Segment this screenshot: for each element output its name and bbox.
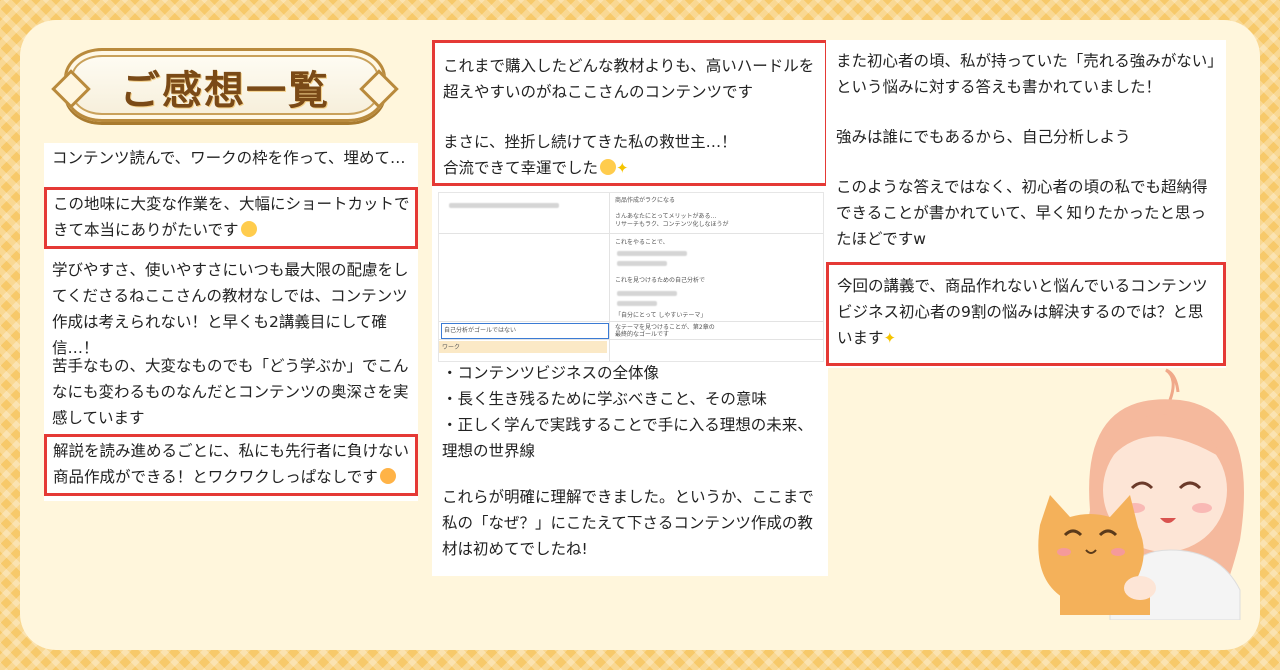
section-header: ワーク <box>439 341 607 353</box>
screenshot-text: これを見つけるための自己分析で <box>615 277 706 284</box>
table-divider <box>439 321 823 322</box>
blurred-text <box>617 301 657 306</box>
girl-with-cat-illustration <box>1038 368 1244 620</box>
table-divider <box>439 233 823 234</box>
crying-face-icon <box>240 221 257 237</box>
testimonial-card-2: これまで購入したどんな教材よりも、高いハードルを超えやすいのがねここさんのコンテ… <box>432 40 828 576</box>
page-title: ご感想一覧 <box>120 67 330 114</box>
highlight-text: これまで購入したどんな教材よりも、高いハードルを超えやすいのがねここさんのコンテ… <box>443 57 815 101</box>
screenshot-text: なテーマを見つけることが、第2章の <box>615 324 715 331</box>
bullet-item: ・長く生き残るために学ぶべきこと、その意味 <box>442 390 767 408</box>
cat-blush-right <box>1111 548 1125 556</box>
highlight-text-2: 解説を読み進めるごとに、私にも先行者に負けない商品作成ができる！とワクワクしっぱ… <box>53 442 410 486</box>
screenshot-text: 「自分にとって しやすいテーマ」 <box>615 312 707 319</box>
blurred-text <box>617 251 687 256</box>
blurred-text <box>617 261 667 266</box>
table-divider <box>439 339 823 340</box>
pleading-face-icon <box>600 159 617 175</box>
bullet-item: ・コンテンツビジネスの全体像 <box>442 364 660 382</box>
highlight-box: これまで購入したどんな教材よりも、高いハードルを超えやすいのがねここさんのコンテ… <box>432 40 828 186</box>
sparkles-icon: ✦ <box>883 329 897 347</box>
blurred-text <box>449 203 559 208</box>
highlight-text: まさに、挫折し続けてきた私の救世主…！ <box>443 133 737 151</box>
screenshot-text: 自己分析がゴールではない <box>444 327 517 334</box>
highlight-text: この地味に大変な作業を、大幅にショートカットできて本当にありがたいです <box>53 191 411 243</box>
testimonial-paragraph: このような答えではなく、初心者の頃の私でも超納得できることが書かれていて、早く知… <box>836 178 1208 248</box>
testimonial-card-1: コンテンツ読んで、ワークの枠を作って、埋めて… この地味に大変な作業を、大幅にシ… <box>44 143 418 501</box>
screenshot-text: これをやることで、 <box>615 239 669 246</box>
testimonial-intro: コンテンツ読んで、ワークの枠を作って、埋めて… <box>52 149 406 167</box>
highlight-box: この地味に大変な作業を、大幅にショートカットできて本当にありがたいです <box>44 187 418 249</box>
girl-hand <box>1124 576 1156 600</box>
hair-tuft <box>1165 368 1180 401</box>
testimonial-paragraph: また初心者の頃、私が持っていた「売れる強みがない」という悩みに対する答えも書かれ… <box>836 52 1215 96</box>
screenshot-text: 商品作成がラクになる <box>615 197 676 204</box>
highlight-text: 今回の講義で、商品作れないと悩んでいるコンテンツビジネス初心者の9割の悩みは解決… <box>837 273 1217 351</box>
table-divider <box>609 193 610 361</box>
screenshot-text: さんあなたにとってメリットがある… <box>615 213 717 220</box>
blurred-text <box>617 291 677 296</box>
highlight-text-c: 合流できて幸運でした <box>443 159 599 177</box>
title-banner: ご感想一覧 <box>64 48 386 122</box>
selected-cell: 自己分析がゴールではない <box>441 323 609 339</box>
testimonial-paragraph: 強みは誰にでもあるから、自己分析しよう <box>836 128 1131 146</box>
testimonial-paragraph: これらが明確に理解できました。というか、ここまで私の「なぜ？」にこたえて下さるコ… <box>442 488 814 558</box>
testimonial-paragraph: 学びやすさ、使いやすさにいつも最大限の配慮をしてくださるねここさんの教材なしでは… <box>52 261 409 357</box>
highlight-text: 合流できて幸運でした ✦ <box>443 155 819 181</box>
bullet-item: ・正しく学んで実践することで手に入る理想の未来、理想の世界線 <box>442 416 813 460</box>
cat-blush-left <box>1057 548 1071 556</box>
testimonial-paragraph: 苦手なもの、大変なものでも「どう学ぶか」でこんなにも変わるものなんだとコンテンツ… <box>52 357 409 427</box>
testimonial-card-3: また初心者の頃、私が持っていた「売れる強みがない」という悩みに対する答えも書かれ… <box>826 40 1226 368</box>
highlight-box: 今回の講義で、商品作れないと悩んでいるコンテンツビジネス初心者の9割の悩みは解決… <box>826 262 1226 366</box>
screenshot-text: ワーク <box>442 344 461 351</box>
highlight-text-1: この地味に大変な作業を、大幅にショートカットできて本当にありがたいです <box>53 195 410 239</box>
highlight-box: 解説を読み進めるごとに、私にも先行者に負けない商品作成ができる！とワクワクしっぱ… <box>44 434 418 496</box>
highlight-text: 解説を読み進めるごとに、私にも先行者に負けない商品作成ができる！とワクワクしっぱ… <box>53 438 411 490</box>
party-face-icon <box>379 468 396 484</box>
blush-right <box>1192 503 1212 513</box>
sparkles-icon: ✦ <box>616 159 629 177</box>
screenshot-text: リサーチもラク、コンテンツ化しなほうが <box>615 221 729 228</box>
screenshot-text: 最終的なゴールです <box>615 331 670 338</box>
embedded-screenshot: 商品作成がラクになる さんあなたにとってメリットがある… リサーチもラク、コンテ… <box>438 192 824 362</box>
